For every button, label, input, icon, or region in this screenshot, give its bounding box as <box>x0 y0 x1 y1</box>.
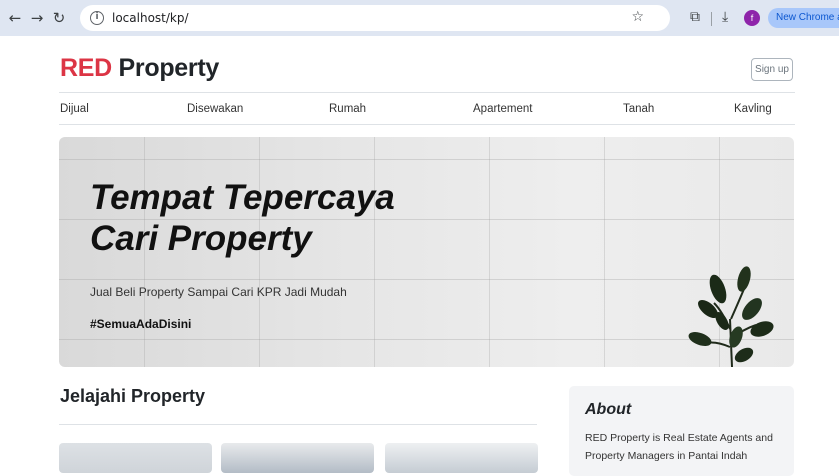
address-bar[interactable]: i localhost/kp/ ☆ <box>80 5 670 31</box>
nav-item-rumah[interactable]: Rumah <box>329 103 366 115</box>
hero-subtitle: Jual Beli Property Sampai Cari KPR Jadi … <box>90 285 347 299</box>
back-arrow-icon[interactable]: ← <box>4 9 26 27</box>
about-text: RED Property is Real Estate Agents and P… <box>585 432 773 462</box>
wall-tile-line <box>489 137 490 367</box>
property-card[interactable] <box>385 443 538 473</box>
reload-icon[interactable]: ↻ <box>48 9 70 27</box>
wall-tile-line <box>59 159 794 160</box>
plant-image <box>688 266 774 367</box>
hero-title-line2: Cari Property <box>90 219 312 258</box>
property-card[interactable] <box>59 443 212 473</box>
hero-banner: Tempat Tepercaya Cari Property Jual Beli… <box>59 137 794 367</box>
nav-item-disewakan[interactable]: Disewakan <box>187 103 243 115</box>
hero-title: Tempat Tepercaya Cari Property <box>90 177 395 259</box>
bookmark-star-icon[interactable]: ☆ <box>631 9 644 25</box>
section-divider <box>59 424 537 425</box>
browser-toolbar: ← → ↻ i localhost/kp/ ☆ ⧉ ⤓ f New Chrome… <box>0 0 839 36</box>
section-title: Jelajahi Property <box>60 386 206 406</box>
nav-item-dijual[interactable]: Dijual <box>60 103 89 115</box>
url-text[interactable]: localhost/kp/ <box>112 11 189 25</box>
extensions-icon[interactable]: ⧉ <box>690 9 700 25</box>
nav-item-kavling[interactable]: Kavling <box>734 103 772 115</box>
category-nav: Dijual Disewakan Rumah Apartement Tanah … <box>60 103 795 119</box>
hero-hashtag: #SemuaAdaDisini <box>90 317 192 331</box>
property-card[interactable] <box>221 443 374 473</box>
site-info-icon[interactable]: i <box>90 11 104 25</box>
forward-arrow-icon[interactable]: → <box>26 9 48 27</box>
nav-item-tanah[interactable]: Tanah <box>623 103 654 115</box>
toolbar-divider <box>711 12 712 26</box>
nav-divider <box>59 124 795 125</box>
about-title: About <box>585 401 632 418</box>
brand-rest-text: Property <box>118 54 220 82</box>
hero-title-line1: Tempat Tepercaya <box>90 178 395 217</box>
site-logo[interactable]: RED Property <box>60 54 219 83</box>
brand-red-text: RED <box>60 54 112 82</box>
header-divider <box>59 92 795 93</box>
chrome-update-button[interactable]: New Chrome available <box>768 8 839 28</box>
nav-item-apartement[interactable]: Apartement <box>473 103 532 115</box>
profile-avatar[interactable]: f <box>744 10 760 26</box>
download-icon[interactable]: ⤓ <box>722 9 728 25</box>
signup-button[interactable]: Sign up <box>751 58 793 81</box>
wall-tile-line <box>604 137 605 367</box>
